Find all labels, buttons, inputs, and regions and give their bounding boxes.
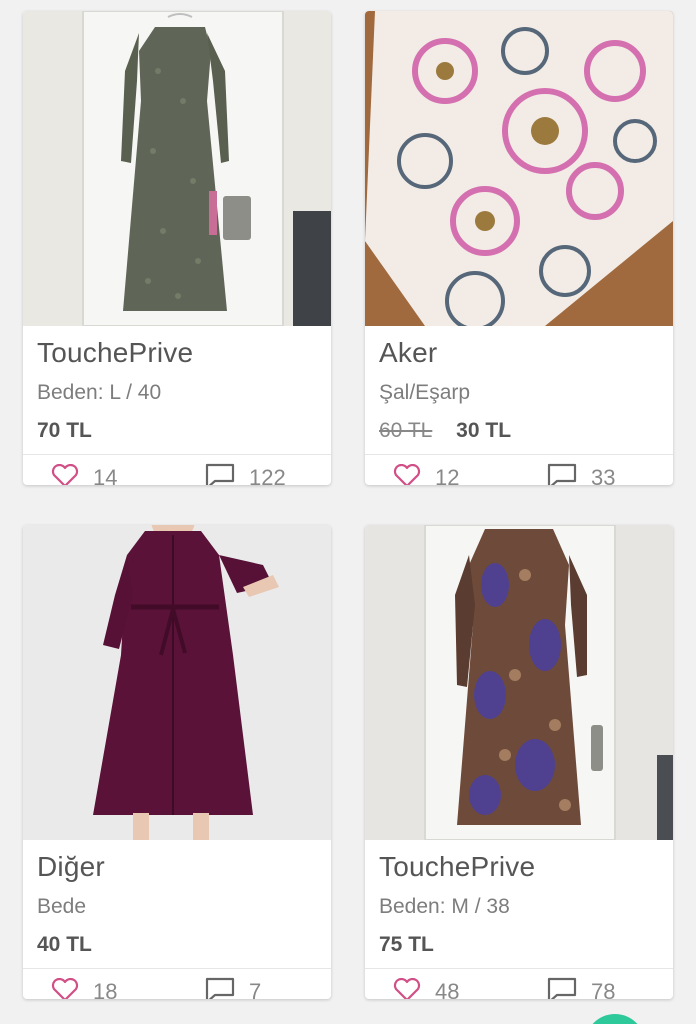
speech-bubble-icon bbox=[205, 977, 235, 999]
comment-button[interactable]: 122 bbox=[205, 463, 286, 485]
comment-count: 33 bbox=[591, 465, 616, 485]
like-button[interactable]: 18 bbox=[51, 977, 117, 999]
like-button[interactable]: 12 bbox=[393, 463, 459, 485]
product-card[interactable]: Diğer Bede 40 TL 18 7 bbox=[23, 525, 331, 999]
product-size: Beden: M / 38 bbox=[379, 895, 510, 918]
speech-bubble-icon bbox=[547, 977, 577, 999]
heart-outline-icon bbox=[51, 977, 79, 999]
product-photo[interactable] bbox=[365, 525, 673, 840]
card-actions: 48 78 bbox=[365, 969, 673, 999]
product-size: Bede bbox=[37, 895, 87, 918]
price-row: 70 TL bbox=[37, 419, 92, 443]
like-count: 14 bbox=[93, 465, 118, 485]
product-brand: TouchePrive bbox=[379, 851, 536, 882]
product-card[interactable]: Aker Şal/Eşarp 60 TL 30 TL 12 33 bbox=[365, 11, 673, 485]
comment-count: 78 bbox=[591, 979, 616, 999]
price-row: 40 TL bbox=[37, 933, 92, 957]
comment-button[interactable]: 78 bbox=[547, 977, 615, 999]
comment-button[interactable]: 7 bbox=[205, 977, 261, 999]
product-brand: Diğer bbox=[37, 851, 105, 882]
like-count: 18 bbox=[93, 979, 118, 999]
card-actions: 14 122 bbox=[23, 455, 331, 485]
product-category: Şal/Eşarp bbox=[379, 381, 471, 404]
price-row: 60 TL 30 TL bbox=[379, 419, 511, 443]
heart-outline-icon bbox=[393, 977, 421, 999]
card-actions: 18 7 bbox=[23, 969, 331, 999]
heart-outline-icon bbox=[51, 463, 79, 485]
green-floral-maxi-dress-photo bbox=[23, 11, 331, 326]
product-card[interactable]: TouchePrive Beden: M / 38 75 TL 48 78 bbox=[365, 525, 673, 999]
product-photo[interactable] bbox=[23, 525, 331, 840]
like-button[interactable]: 14 bbox=[51, 463, 117, 485]
price-row: 75 TL bbox=[379, 933, 434, 957]
pink-patterned-scarf-photo bbox=[365, 11, 673, 326]
brown-paisley-maxi-dress-photo bbox=[365, 525, 673, 840]
product-size: Beden: L / 40 bbox=[37, 381, 162, 404]
plum-shirt-dress-photo bbox=[23, 525, 331, 840]
product-card[interactable]: TouchePrive Beden: L / 40 70 TL 14 122 bbox=[23, 11, 331, 485]
floating-action-button[interactable] bbox=[585, 1014, 645, 1024]
comment-count: 122 bbox=[249, 465, 286, 485]
like-count: 12 bbox=[435, 465, 460, 485]
card-actions: 12 33 bbox=[365, 455, 673, 485]
product-price: 70 TL bbox=[37, 419, 92, 442]
speech-bubble-icon bbox=[547, 463, 577, 485]
product-brand: Aker bbox=[379, 337, 438, 368]
original-price: 60 TL bbox=[379, 419, 433, 442]
product-price: 40 TL bbox=[37, 933, 92, 956]
speech-bubble-icon bbox=[205, 463, 235, 485]
product-brand: TouchePrive bbox=[37, 337, 194, 368]
product-price: 30 TL bbox=[456, 419, 512, 442]
product-photo[interactable] bbox=[23, 11, 331, 326]
product-price: 75 TL bbox=[379, 933, 434, 956]
like-count: 48 bbox=[435, 979, 460, 999]
product-photo[interactable] bbox=[365, 11, 673, 326]
comment-count: 7 bbox=[249, 979, 262, 999]
comment-button[interactable]: 33 bbox=[547, 463, 615, 485]
like-button[interactable]: 48 bbox=[393, 977, 459, 999]
heart-outline-icon bbox=[393, 463, 421, 485]
